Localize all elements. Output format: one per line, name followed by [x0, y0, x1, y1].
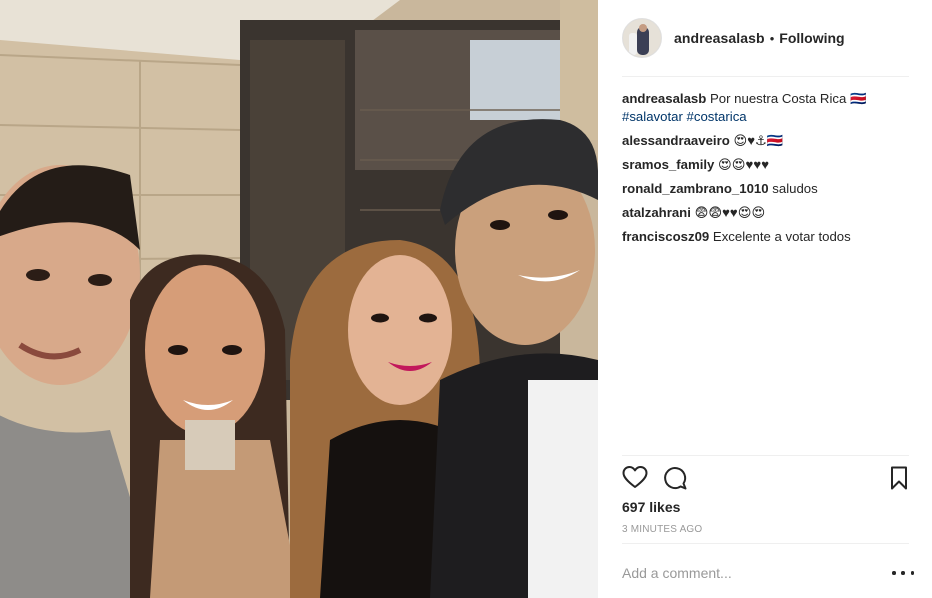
comments-list: andreasalasb Por nuestra Costa Rica 🇨🇷 #…	[622, 90, 910, 252]
comment-text: 😍♥⚓🇨🇷	[733, 133, 784, 148]
comment-username[interactable]: atalzahrani	[622, 205, 691, 220]
comment-item: atalzahrani 😨😨♥♥😍😍	[622, 204, 910, 222]
comment-item: franciscosz09 Excelente a votar todos	[622, 228, 910, 246]
comment-text: Excelente a votar todos	[712, 229, 851, 244]
divider	[622, 455, 909, 456]
comment-username[interactable]: sramos_family	[622, 157, 714, 172]
comment-text: saludos	[772, 181, 818, 196]
caption: andreasalasb Por nuestra Costa Rica 🇨🇷 #…	[622, 90, 910, 126]
comment-username[interactable]: ronald_zambrano_1010	[622, 181, 769, 196]
caption-username[interactable]: andreasalasb	[622, 91, 706, 106]
post-header: andreasalasb • Following	[622, 16, 910, 60]
comment-text: 😍😍♥♥♥	[718, 157, 770, 172]
likes-count[interactable]: 697 likes	[622, 499, 680, 515]
hashtag-link[interactable]: #salavotar	[622, 109, 683, 124]
post-timestamp[interactable]: 3 MINUTES AGO	[622, 524, 702, 535]
avatar[interactable]	[622, 18, 662, 58]
speech-bubble-icon[interactable]	[662, 465, 688, 491]
comment-item: alessandraaveiro 😍♥⚓🇨🇷	[622, 132, 910, 150]
post-side-panel: andreasalasb • Following andreasalasb Po…	[598, 0, 932, 598]
comment-item: sramos_family 😍😍♥♥♥	[622, 156, 910, 174]
following-button[interactable]: Following	[779, 30, 844, 46]
divider	[622, 76, 909, 77]
add-comment-input[interactable]	[622, 562, 872, 584]
hashtag-link[interactable]: #costarica	[687, 109, 747, 124]
comment-text: 😨😨♥♥😍😍	[694, 205, 766, 220]
divider	[622, 543, 909, 544]
header-username[interactable]: andreasalasb	[674, 30, 765, 46]
action-bar	[622, 463, 912, 493]
post-photo[interactable]	[0, 0, 598, 598]
comment-username[interactable]: franciscosz09	[622, 229, 709, 244]
comment-item: ronald_zambrano_1010 saludos	[622, 180, 910, 198]
caption-text: Por nuestra Costa Rica 🇨🇷	[709, 91, 867, 106]
bookmark-icon[interactable]	[886, 465, 912, 491]
comment-username[interactable]: alessandraaveiro	[622, 133, 730, 148]
ellipsis-icon[interactable]	[892, 564, 914, 582]
header-separator: •	[769, 30, 775, 46]
group-selfie-image	[0, 0, 598, 598]
heart-outline-icon[interactable]	[622, 465, 648, 491]
